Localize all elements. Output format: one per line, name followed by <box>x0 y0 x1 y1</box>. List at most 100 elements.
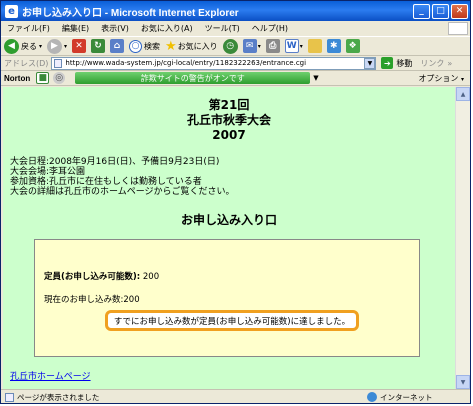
full-capacity-notice: すでにお申し込み数が定員(お申し込み可能数)に達しました。 <box>105 310 359 331</box>
current-count-label: 現在のお申し込み数: <box>44 295 124 305</box>
research-button[interactable]: ❖ <box>345 39 360 53</box>
event-year: 2007 <box>212 128 246 142</box>
menu-view[interactable]: 表示(V) <box>101 23 129 34</box>
messenger-icon: ✱ <box>326 39 341 53</box>
scroll-up-icon[interactable]: ▲ <box>456 87 470 101</box>
links-button[interactable]: リンク <box>420 58 444 69</box>
go-button[interactable]: ➔ 移動 <box>381 57 412 69</box>
refresh-button[interactable]: ↻ <box>91 39 106 53</box>
address-dropdown-icon[interactable]: ▼ <box>364 57 376 69</box>
print-icon: ⎙ <box>265 39 280 53</box>
ie-icon: e <box>5 4 18 18</box>
event-edition: 第21回 <box>208 98 250 112</box>
back-arrow-icon: ◀ <box>4 38 19 54</box>
event-date: 大会日程:2008年9月16日(日)、予備日9月23日(日) <box>10 157 220 167</box>
city-homepage-link[interactable]: 孔丘市ホームページ <box>10 369 91 382</box>
stop-icon: ✕ <box>72 39 87 53</box>
address-label: アドレス(D) <box>4 58 49 68</box>
windows-logo-icon <box>448 22 468 35</box>
mail-button[interactable]: ✉ ▾ <box>242 39 261 53</box>
history-icon: ◷ <box>222 38 238 54</box>
search-icon: ○ <box>129 39 143 53</box>
zone-label: インターネット <box>380 392 433 402</box>
menu-bar: ファイル(F) 編集(E) 表示(V) お気に入り(A) ツール(T) ヘルプ(… <box>1 21 470 36</box>
phishing-warning-status[interactable]: 詐欺サイトの警告がオンです <box>75 72 311 84</box>
event-details-note: 大会の詳細は孔丘市のホームページからご覧ください。 <box>10 187 235 197</box>
chevron-down-icon: ▾ <box>64 42 68 50</box>
url-input[interactable]: http://www.wada-system.jp/cgi-local/entr… <box>51 56 377 70</box>
home-icon: ⌂ <box>110 39 125 53</box>
back-label: 戻る <box>21 41 37 51</box>
stop-button[interactable]: ✕ <box>72 39 87 53</box>
browser-window: e お申し込み入り口 - Microsoft Internet Explorer… <box>0 0 471 404</box>
scroll-down-icon[interactable]: ▼ <box>456 375 470 389</box>
chevron-down-icon: ▾ <box>299 42 303 50</box>
current-count-row: 現在のお申し込み数:200 <box>44 293 140 305</box>
messenger-button[interactable]: ✱ <box>326 39 341 53</box>
research-icon: ❖ <box>345 39 360 53</box>
close-button[interactable]: ✕ <box>451 3 468 19</box>
event-title: 第21回 孔丘市秋季大会 2007 <box>3 98 455 143</box>
home-button[interactable]: ⌂ <box>110 39 125 53</box>
internet-zone-icon <box>367 392 377 402</box>
event-venue: 大会会場:李耳公園 <box>10 167 86 177</box>
entrance-heading: お申し込み入り口 <box>180 213 277 227</box>
discuss-button[interactable] <box>307 39 322 53</box>
word-icon: W <box>284 39 299 53</box>
print-button[interactable]: ⎙ <box>265 39 280 53</box>
forward-button[interactable]: ▶ ▾ <box>47 38 68 54</box>
url-text: http://www.wada-system.jp/cgi-local/entr… <box>65 59 307 67</box>
shield-icon[interactable]: ■ <box>36 72 50 84</box>
norton-toolbar: Norton ■ ◎ 詐欺サイトの警告がオンです ▼ オプション ▾ <box>1 71 470 86</box>
security-zone: インターネット <box>367 392 433 403</box>
window-title: お申し込み入り口 - Microsoft Internet Explorer <box>22 7 239 19</box>
page-content: 第21回 孔丘市秋季大会 2007 大会日程:2008年9月16日(日)、予備日… <box>3 87 455 389</box>
edit-button[interactable]: W ▾ <box>284 39 303 53</box>
menu-favorites[interactable]: お気に入り(A) <box>141 23 193 34</box>
capacity-value: 200 <box>142 272 160 282</box>
toolbar: ◀ 戻る ▾ ▶ ▾ ✕ ↻ ⌂ ○ 検索 ★ お気に入り ◷ ✉ ▾ ⎙ W … <box>1 36 470 56</box>
search-label: 検索 <box>144 41 161 51</box>
event-eligibility: 参加資格:孔丘市に在住もしくは勤務している者 <box>10 177 202 187</box>
minimize-button[interactable]: _ <box>413 3 430 19</box>
event-name: 孔丘市秋季大会 <box>186 113 271 127</box>
history-button[interactable]: ◷ <box>222 38 238 54</box>
current-count-value: 200 <box>123 295 140 305</box>
norton-logo: Norton <box>4 73 31 83</box>
chevron-down-icon: ▾ <box>460 75 464 83</box>
search-button[interactable]: ○ 検索 <box>129 39 161 53</box>
capacity-row: 定員(お申し込み可能数): 200 <box>44 270 159 282</box>
vertical-scrollbar[interactable]: ▲ ▼ <box>455 87 470 389</box>
page-icon <box>54 58 63 68</box>
options-label: オプション <box>418 73 459 83</box>
star-icon: ★ <box>165 38 177 54</box>
menu-tools[interactable]: ツール(T) <box>205 23 240 34</box>
address-bar: アドレス(D) http://www.wada-system.jp/cgi-lo… <box>1 56 470 71</box>
favorites-button[interactable]: ★ お気に入り <box>165 39 218 54</box>
menu-help[interactable]: ヘルプ(H) <box>252 23 288 34</box>
application-status-panel: 定員(お申し込み可能数): 200 現在のお申し込み数:200 すでにお申し込み… <box>34 239 420 357</box>
go-label: 移動 <box>396 58 413 68</box>
capacity-label: 定員(お申し込み可能数): <box>44 272 141 282</box>
mail-icon: ✉ <box>242 39 257 53</box>
links-chevron-icon[interactable]: » <box>447 59 452 68</box>
page-done-icon <box>5 392 14 402</box>
status-text: ページが表示されました <box>17 392 100 402</box>
globe-icon[interactable]: ◎ <box>53 72 66 84</box>
go-arrow-icon: ➔ <box>381 57 394 69</box>
title-bar: e お申し込み入り口 - Microsoft Internet Explorer… <box>1 1 470 21</box>
maximize-button[interactable]: □ <box>432 3 449 19</box>
options-button[interactable]: オプション ▾ <box>418 73 464 84</box>
status-bar: ページが表示されました インターネット <box>1 389 470 404</box>
favorites-label: お気に入り <box>177 41 218 51</box>
chevron-down-icon[interactable]: ▼ <box>313 74 318 82</box>
folder-icon <box>307 39 322 53</box>
chevron-down-icon: ▾ <box>39 42 43 50</box>
forward-arrow-icon: ▶ <box>47 38 63 54</box>
chevron-down-icon: ▾ <box>257 42 261 50</box>
back-button[interactable]: ◀ 戻る ▾ <box>4 38 43 54</box>
event-info: 大会日程:2008年9月16日(日)、予備日9月23日(日) 大会会場:李耳公園… <box>10 157 455 197</box>
refresh-icon: ↻ <box>91 39 106 53</box>
menu-file[interactable]: ファイル(F) <box>7 23 50 34</box>
menu-edit[interactable]: 編集(E) <box>62 23 89 34</box>
